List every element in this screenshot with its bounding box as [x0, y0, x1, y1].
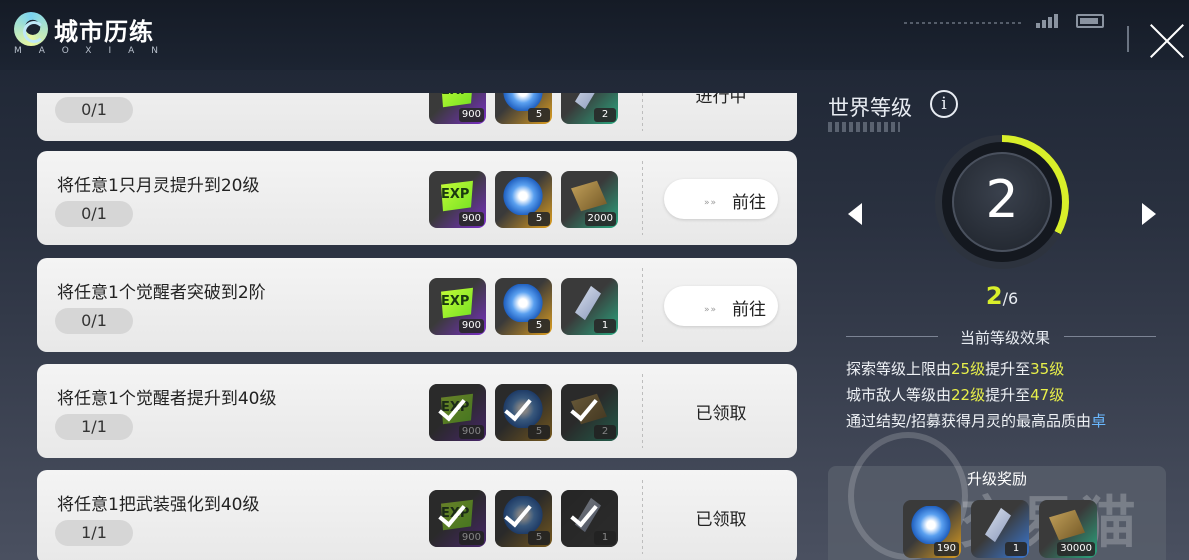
- task-divider: [642, 480, 643, 554]
- task-name: 将任意1只月灵提升到20级: [57, 176, 260, 196]
- task-row: 将任意1个觉醒者突破到2阶 0/1 900 5 1 »» 前往: [37, 258, 797, 352]
- task-status: 进行中: [695, 93, 747, 107]
- close-button[interactable]: [1148, 20, 1186, 58]
- task-rewards: 900 5 2000: [429, 171, 618, 228]
- potion-icon[interactable]: 1: [971, 500, 1029, 558]
- task-name: 将任意1把武装强化到40级: [57, 495, 260, 515]
- top-bar: 城市历练 MAOXIAN: [0, 0, 1189, 70]
- task-progress: 0/1: [55, 308, 133, 334]
- page-title: 城市历练: [54, 18, 154, 46]
- exp-icon[interactable]: 900: [429, 171, 486, 228]
- crystal-icon[interactable]: 190: [903, 500, 961, 558]
- task-progress: 1/1: [55, 414, 133, 440]
- vial-icon[interactable]: 1: [561, 278, 618, 335]
- upgrade-reward-items: 190 1 30000: [903, 500, 1097, 558]
- go-button-label: 前往: [732, 300, 766, 320]
- effect-line: 城市敌人等级由22级提升至47级: [846, 386, 1065, 404]
- task-progress: 0/1: [55, 201, 133, 227]
- exp-icon[interactable]: 900: [429, 93, 486, 124]
- task-row: 将任意1只月灵提升到20级 0/1 900 5 2000 »» 前往: [37, 151, 797, 245]
- task-divider: [642, 93, 643, 131]
- effect-line: 通过结契/招募获得月灵的最高品质由卓: [846, 412, 1107, 430]
- task-list[interactable]: 0/1 900 5 2 进行中 将任意1只月灵提升到20级 0/1 900 5 …: [0, 93, 812, 560]
- crystal-icon[interactable]: 5: [495, 490, 552, 547]
- task-divider: [642, 161, 643, 235]
- task-status: 已领取: [695, 510, 747, 530]
- level-exp-max: /6: [1002, 289, 1019, 308]
- task-row: 0/1 900 5 2 进行中: [37, 93, 797, 141]
- vial-icon[interactable]: 1: [561, 490, 618, 547]
- task-rewards: 900 5 1: [429, 278, 618, 335]
- crystal-icon[interactable]: 5: [495, 171, 552, 228]
- status-indicators: [904, 14, 1104, 34]
- world-level-subtitle-deco: [828, 122, 900, 132]
- task-status: 已领取: [695, 404, 747, 424]
- task-name: 将任意1个觉醒者突破到2阶: [57, 283, 266, 303]
- task-rewards: 900 5 1: [429, 490, 618, 547]
- task-progress: 0/1: [55, 97, 133, 123]
- previous-level-arrow-icon[interactable]: [848, 203, 862, 225]
- go-button-label: 前往: [732, 193, 766, 213]
- effect-line: 探索等级上限由25级提升至35级: [846, 360, 1065, 378]
- exp-icon[interactable]: 900: [429, 278, 486, 335]
- close-divider: [1127, 26, 1129, 52]
- task-row: 将任意1个觉醒者提升到40级 1/1 900 5 2 已领取: [37, 364, 797, 458]
- gold-ticket-icon[interactable]: 2000: [561, 171, 618, 228]
- level-exp-current: 2: [985, 282, 1003, 310]
- task-rewards: 900 5 2: [429, 93, 618, 124]
- exp-icon[interactable]: 900: [429, 490, 486, 547]
- signal-icon: [1036, 14, 1058, 28]
- crystal-icon[interactable]: 5: [495, 278, 552, 335]
- upgrade-rewards-title: 升级奖励: [966, 470, 1027, 488]
- go-button[interactable]: »» 前往: [664, 179, 778, 219]
- level-badge: 2: [952, 152, 1052, 252]
- task-divider: [642, 268, 643, 342]
- exp-icon[interactable]: 900: [429, 384, 486, 441]
- go-button[interactable]: »» 前往: [664, 286, 778, 326]
- status-dots: [904, 22, 1024, 24]
- world-level-number: 2: [985, 170, 1019, 230]
- arrow-dots-icon: »»: [704, 305, 718, 315]
- crystal-icon[interactable]: 5: [495, 93, 552, 124]
- app-logo-icon: [14, 12, 48, 46]
- world-level-title: 世界等级: [828, 96, 912, 120]
- gold-ticket-icon[interactable]: 30000: [1039, 500, 1097, 558]
- task-name: 将任意1个觉醒者提升到40级: [57, 389, 277, 409]
- task-rewards: 900 5 2: [429, 384, 618, 441]
- gold-ticket-icon[interactable]: 2: [561, 384, 618, 441]
- info-icon[interactable]: i: [930, 90, 958, 118]
- level-progress-ring: 2: [935, 135, 1069, 269]
- crystal-icon[interactable]: 5: [495, 384, 552, 441]
- task-row: 将任意1把武装强化到40级 1/1 900 5 1 已领取: [37, 470, 797, 560]
- effects-title: 当前等级效果: [959, 329, 1050, 347]
- level-exp-progress: 2/6: [940, 282, 1064, 310]
- page-subtitle: MAOXIAN: [14, 46, 175, 56]
- task-divider: [642, 374, 643, 448]
- arrow-dots-icon: »»: [704, 198, 718, 208]
- battery-icon: [1076, 14, 1104, 28]
- task-progress: 1/1: [55, 520, 133, 546]
- vial-icon[interactable]: 2: [561, 93, 618, 124]
- next-level-arrow-icon[interactable]: [1142, 203, 1156, 225]
